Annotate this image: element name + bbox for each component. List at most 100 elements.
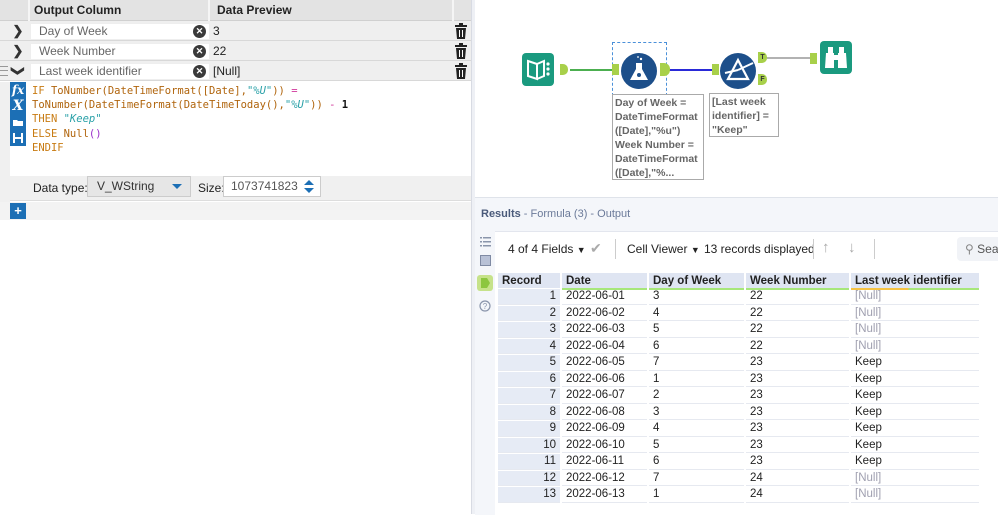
input-anchor[interactable]: [612, 64, 619, 75]
clear-icon[interactable]: ✕: [193, 45, 206, 58]
day-of-week-cell[interactable]: 7: [649, 355, 744, 371]
week-number-cell[interactable]: 22: [746, 338, 849, 354]
table-row[interactable]: 10 2022-06-10 5 23 Keep: [498, 437, 979, 453]
day-of-week-cell[interactable]: 1: [649, 371, 744, 387]
browse-tool[interactable]: [820, 41, 852, 74]
table-row[interactable]: 13 2022-06-13 1 24 [Null]: [498, 487, 979, 503]
expression-editor[interactable]: fx X IF ToNumber(DateTimeFormat([Date],"…: [10, 82, 475, 176]
false-output-anchor[interactable]: F: [758, 74, 767, 85]
table-row[interactable]: 7 2022-06-07 2 23 Keep: [498, 388, 979, 404]
record-cell[interactable]: 1: [498, 289, 560, 305]
data-type-select[interactable]: V_WString: [87, 176, 191, 197]
last-week-identifier-cell[interactable]: [Null]: [851, 322, 979, 338]
variable-icon[interactable]: X: [10, 98, 26, 114]
day-of-week-cell[interactable]: 6: [649, 454, 744, 470]
record-cell[interactable]: 6: [498, 371, 560, 387]
trash-icon[interactable]: [454, 43, 468, 59]
input-anchor[interactable]: [712, 64, 719, 75]
date-cell[interactable]: 2022-06-06: [562, 371, 647, 387]
day-of-week-cell[interactable]: 7: [649, 470, 744, 486]
date-cell[interactable]: 2022-06-04: [562, 338, 647, 354]
arrow-down-icon[interactable]: ↓: [848, 239, 856, 256]
field-row[interactable]: ❯ Week Number ✕ 22: [0, 41, 475, 61]
true-output-anchor[interactable]: T: [758, 52, 767, 63]
record-cell[interactable]: 12: [498, 470, 560, 486]
save-icon[interactable]: [10, 130, 26, 146]
spinner-icon[interactable]: [304, 180, 314, 194]
date-cell[interactable]: 2022-06-12: [562, 470, 647, 486]
chevron-right-icon[interactable]: ❯: [10, 21, 26, 41]
field-row[interactable]: ❯ Last week identifier ✕ [Null]: [0, 61, 475, 81]
record-cell[interactable]: 10: [498, 437, 560, 453]
week-number-cell[interactable]: 23: [746, 421, 849, 437]
record-cell[interactable]: 4: [498, 338, 560, 354]
table-row[interactable]: 3 2022-06-03 5 22 [Null]: [498, 322, 979, 338]
table-row[interactable]: 8 2022-06-08 3 23 Keep: [498, 404, 979, 420]
last-week-identifier-cell[interactable]: Keep: [851, 454, 979, 470]
week-number-cell[interactable]: 23: [746, 371, 849, 387]
last-week-identifier-cell[interactable]: [Null]: [851, 487, 979, 503]
date-cell[interactable]: 2022-06-10: [562, 437, 647, 453]
formula-tool[interactable]: [621, 53, 657, 89]
table-row[interactable]: 12 2022-06-12 7 24 [Null]: [498, 470, 979, 486]
table-row[interactable]: 2 2022-06-02 4 22 [Null]: [498, 305, 979, 321]
open-folder-icon[interactable]: [10, 114, 26, 130]
input-anchor[interactable]: [810, 53, 817, 64]
day-of-week-cell[interactable]: 2: [649, 388, 744, 404]
week-number-cell[interactable]: 22: [746, 322, 849, 338]
day-of-week-cell[interactable]: 1: [649, 487, 744, 503]
output-column-input[interactable]: Day of Week: [30, 23, 210, 40]
field-row[interactable]: ❯ Day of Week ✕ 3: [0, 21, 475, 41]
date-cell[interactable]: 2022-06-09: [562, 421, 647, 437]
date-cell[interactable]: 2022-06-05: [562, 355, 647, 371]
week-number-cell[interactable]: 23: [746, 388, 849, 404]
table-row[interactable]: 4 2022-06-04 6 22 [Null]: [498, 338, 979, 354]
column-header-week-number[interactable]: Week Number: [746, 273, 849, 290]
column-header-last-week-identifier[interactable]: Last week identifier: [851, 273, 979, 290]
week-number-cell[interactable]: 22: [746, 289, 849, 305]
record-cell[interactable]: 3: [498, 322, 560, 338]
last-week-identifier-cell[interactable]: Keep: [851, 388, 979, 404]
trash-icon[interactable]: [454, 63, 468, 79]
last-week-identifier-cell[interactable]: Keep: [851, 437, 979, 453]
last-week-identifier-cell[interactable]: Keep: [851, 404, 979, 420]
help-icon[interactable]: ?: [479, 300, 491, 312]
day-of-week-cell[interactable]: 3: [649, 404, 744, 420]
trash-icon[interactable]: [454, 23, 468, 39]
week-number-cell[interactable]: 24: [746, 470, 849, 486]
text-input-tool[interactable]: [522, 53, 554, 86]
output-column-input[interactable]: Week Number: [30, 43, 210, 60]
week-number-cell[interactable]: 22: [746, 305, 849, 321]
last-week-identifier-cell[interactable]: [Null]: [851, 470, 979, 486]
date-cell[interactable]: 2022-06-11: [562, 454, 647, 470]
record-cell[interactable]: 8: [498, 404, 560, 420]
fx-icon[interactable]: fx: [10, 82, 26, 98]
week-number-cell[interactable]: 23: [746, 437, 849, 453]
table-row[interactable]: 11 2022-06-11 6 23 Keep: [498, 454, 979, 470]
record-cell[interactable]: 11: [498, 454, 560, 470]
last-week-identifier-cell[interactable]: [Null]: [851, 338, 979, 354]
cell-viewer-dropdown[interactable]: Cell Viewer ▼: [627, 242, 700, 256]
table-row[interactable]: 6 2022-06-06 1 23 Keep: [498, 371, 979, 387]
day-of-week-cell[interactable]: 4: [649, 305, 744, 321]
workflow-canvas[interactable]: Day of Week = DateTimeFormat ([Date],"%u…: [475, 0, 998, 196]
add-field-button[interactable]: +: [10, 203, 26, 219]
last-week-identifier-cell[interactable]: [Null]: [851, 305, 979, 321]
week-number-cell[interactable]: 23: [746, 454, 849, 470]
day-of-week-cell[interactable]: 6: [649, 338, 744, 354]
week-number-cell[interactable]: 24: [746, 487, 849, 503]
table-row[interactable]: 9 2022-06-09 4 23 Keep: [498, 421, 979, 437]
date-cell[interactable]: 2022-06-08: [562, 404, 647, 420]
record-cell[interactable]: 9: [498, 421, 560, 437]
day-of-week-cell[interactable]: 5: [649, 322, 744, 338]
chevron-right-icon[interactable]: ❯: [10, 41, 26, 61]
week-number-cell[interactable]: 23: [746, 404, 849, 420]
expression-code[interactable]: IF ToNumber(DateTimeFormat([Date],"%U"))…: [32, 84, 348, 155]
checkmark-icon[interactable]: ✔: [590, 240, 602, 257]
date-cell[interactable]: 2022-06-03: [562, 322, 647, 338]
chevron-down-icon[interactable]: ❯: [8, 63, 28, 79]
clear-icon[interactable]: ✕: [193, 25, 206, 38]
day-of-week-cell[interactable]: 5: [649, 437, 744, 453]
last-week-identifier-cell[interactable]: Keep: [851, 421, 979, 437]
drag-handle-icon[interactable]: [0, 66, 8, 76]
